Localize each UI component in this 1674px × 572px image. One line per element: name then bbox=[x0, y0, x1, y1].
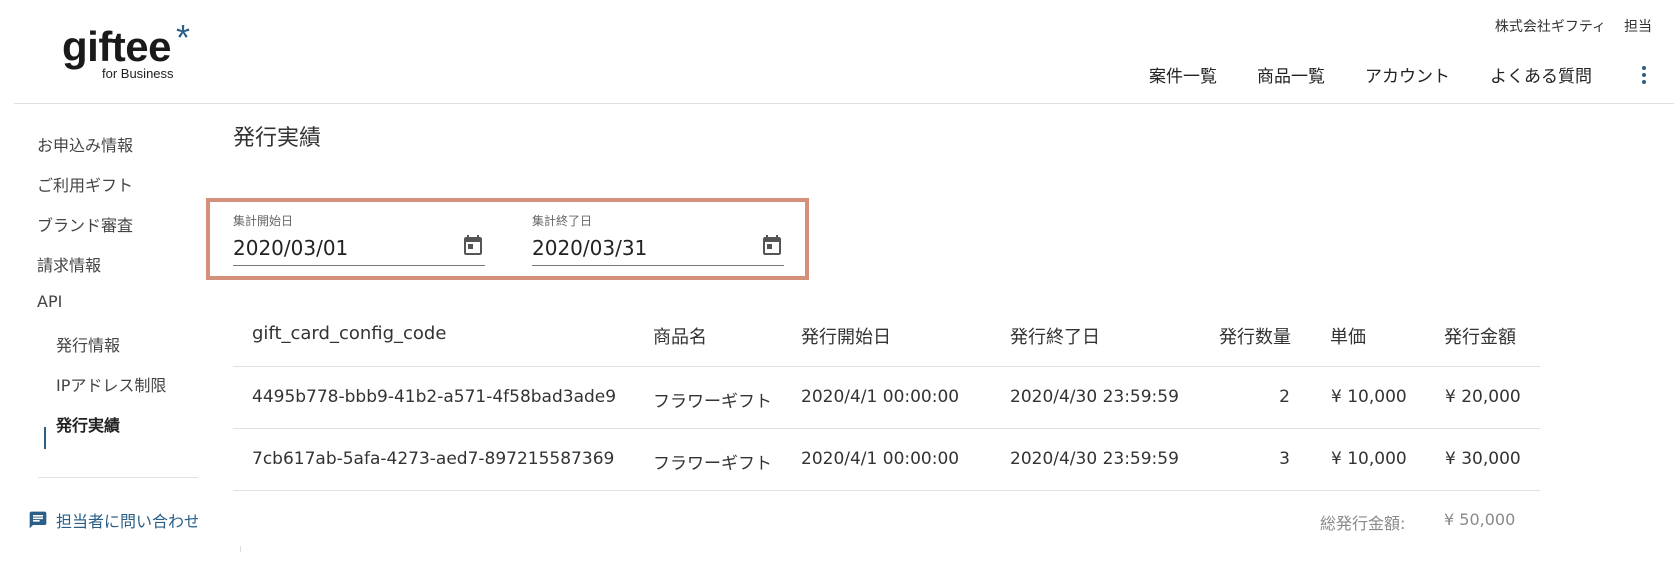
total-amount-label: 総発行金額: bbox=[1320, 514, 1406, 533]
scroll-artifact bbox=[240, 546, 241, 552]
sidebar-subitem-ip-restriction[interactable]: IPアドレス制限 bbox=[56, 372, 166, 396]
table-cell-start: 2020/4/1 00:00:00 bbox=[801, 449, 960, 469]
column-header: 発行金額 bbox=[1444, 327, 1516, 348]
end-date-field[interactable]: 集計終了日 2020/03/31 bbox=[532, 212, 784, 266]
account-info: 株式会社ギフティ 担当 bbox=[1477, 16, 1652, 36]
sidebar-item-gifts[interactable]: ご利用ギフト bbox=[37, 172, 133, 196]
table-cell-product: フラワーギフト bbox=[653, 392, 772, 412]
table-cell-quantity: 3 bbox=[1279, 449, 1290, 469]
active-indicator bbox=[44, 427, 46, 449]
top-navigation: 案件一覧 商品一覧 アカウント よくある質問 bbox=[1149, 62, 1660, 87]
sidebar-divider bbox=[38, 477, 198, 478]
logo-wordmark: giftee bbox=[62, 23, 172, 70]
table-cell-product: フラワーギフト bbox=[653, 454, 772, 474]
logo-subtitle: for Business bbox=[102, 66, 174, 81]
table-cell-amount: ¥ 20,000 bbox=[1445, 387, 1521, 407]
table-cell-quantity: 2 bbox=[1279, 387, 1290, 407]
column-header: 発行数量 bbox=[1219, 327, 1291, 348]
start-date-field[interactable]: 集計開始日 2020/03/01 bbox=[233, 212, 485, 266]
sidebar-item-api[interactable]: API bbox=[37, 292, 62, 311]
contact-label: 担当者に問い合わせ bbox=[56, 512, 198, 531]
table-header-row: gift_card_config_code 商品名 発行開始日 発行終了日 発行… bbox=[233, 305, 1540, 367]
table-cell-code: 4495b778-bbb9-41b2-a571-4f58bad3ade9 bbox=[252, 387, 617, 407]
start-date-label: 集計開始日 bbox=[233, 214, 294, 228]
column-header: 発行終了日 bbox=[1010, 327, 1100, 348]
page-title: 発行実績 bbox=[233, 126, 322, 151]
more-menu-icon[interactable] bbox=[1632, 63, 1656, 87]
table-row: 4495b778-bbb9-41b2-a571-4f58bad3ade9 フラワ… bbox=[233, 367, 1540, 429]
sidebar-item-billing[interactable]: 請求情報 bbox=[37, 252, 101, 276]
sidebar-subitem-issue-info[interactable]: 発行情報 bbox=[56, 332, 120, 356]
table-cell-unit-price: ¥ 10,000 bbox=[1331, 449, 1407, 469]
column-header: 単価 bbox=[1330, 327, 1366, 348]
contact-link[interactable]: 担当者に問い合わせ bbox=[28, 508, 198, 532]
table-row: 7cb617ab-5afa-4273-aed7-897215587369 フラワ… bbox=[233, 429, 1540, 491]
table-cell-code: 7cb617ab-5afa-4273-aed7-897215587369 bbox=[252, 449, 615, 469]
sidebar-item-application[interactable]: お申込み情報 bbox=[37, 132, 133, 156]
column-header: 商品名 bbox=[653, 327, 707, 348]
start-date-input[interactable]: 2020/03/01 bbox=[233, 236, 348, 260]
calendar-icon[interactable] bbox=[461, 234, 485, 258]
table-cell-start: 2020/4/1 00:00:00 bbox=[801, 387, 960, 407]
end-date-underline bbox=[532, 265, 784, 266]
date-range-filter: 集計開始日 2020/03/01 集計終了日 2020/03/31 bbox=[206, 198, 809, 280]
table-cell-end: 2020/4/30 23:59:59 bbox=[1010, 387, 1179, 407]
end-date-input[interactable]: 2020/03/31 bbox=[532, 236, 647, 260]
end-date-label: 集計終了日 bbox=[532, 214, 593, 228]
calendar-icon[interactable] bbox=[760, 234, 784, 258]
giftee-logo[interactable]: giftee * for Business bbox=[58, 18, 198, 82]
nav-faq[interactable]: よくある質問 bbox=[1490, 62, 1592, 87]
table-cell-end: 2020/4/30 23:59:59 bbox=[1010, 449, 1179, 469]
column-header: 発行開始日 bbox=[801, 327, 891, 348]
sidebar-item-brand-review[interactable]: ブランド審査 bbox=[37, 212, 133, 236]
column-header: gift_card_config_code bbox=[252, 323, 447, 344]
start-date-underline bbox=[233, 265, 485, 266]
header-divider bbox=[14, 103, 1674, 104]
user-name[interactable]: 担当 bbox=[1624, 19, 1652, 35]
nav-projects[interactable]: 案件一覧 bbox=[1149, 62, 1217, 87]
chat-icon bbox=[29, 511, 47, 529]
table-cell-amount: ¥ 30,000 bbox=[1445, 449, 1521, 469]
logo-asterisk: * bbox=[176, 17, 191, 58]
company-name: 株式会社ギフティ bbox=[1494, 19, 1606, 35]
sidebar-subitem-issue-results[interactable]: 発行実績 bbox=[56, 412, 120, 436]
total-amount-value: ¥ 50,000 bbox=[1444, 510, 1516, 529]
nav-products[interactable]: 商品一覧 bbox=[1257, 62, 1325, 87]
nav-account[interactable]: アカウント bbox=[1365, 62, 1450, 87]
table-cell-unit-price: ¥ 10,000 bbox=[1331, 387, 1407, 407]
